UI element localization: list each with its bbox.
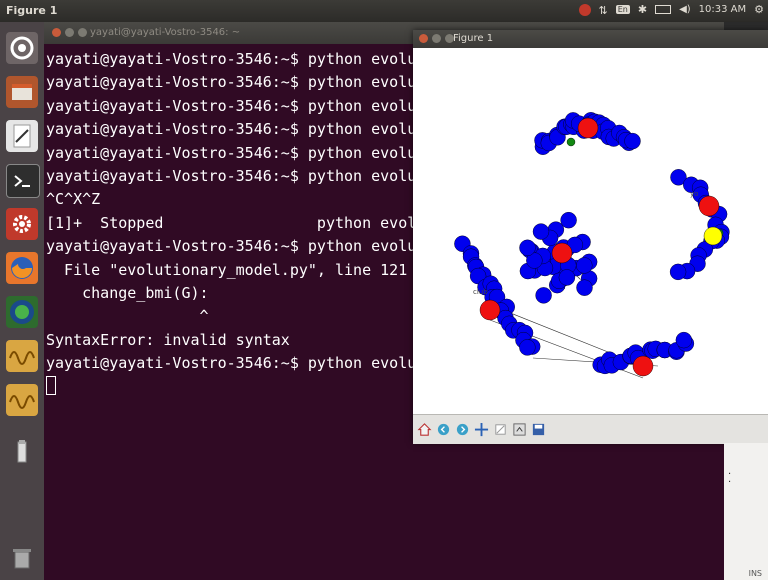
zoom-icon[interactable] <box>492 421 509 438</box>
writer-icon[interactable] <box>6 120 38 152</box>
background-window: · · INS <box>724 443 768 580</box>
window-controls <box>52 28 87 37</box>
graph-nodes <box>454 112 730 377</box>
gear-icon[interactable]: ⚙ <box>754 3 764 16</box>
figure-window[interactable]: Figure 1 club yo <box>413 30 768 444</box>
terminal-line: yayati@yayati-Vostro-3546:~$ python evol… <box>46 237 444 256</box>
maximize-icon[interactable] <box>78 28 87 37</box>
terminal-line: yayati@yayati-Vostro-3546:~$ python evol… <box>46 50 444 68</box>
configure-icon[interactable] <box>511 421 528 438</box>
terminal-line: change_bmi(G): <box>46 284 209 303</box>
graph-node <box>532 223 550 240</box>
dash-icon[interactable] <box>6 32 38 64</box>
figure-toolbar <box>413 414 768 444</box>
home-icon[interactable] <box>416 421 433 438</box>
terminal-line: yayati@yayati-Vostro-3546:~$ python evol… <box>46 143 444 162</box>
volume-icon[interactable]: ◀) <box>679 4 691 15</box>
hub-node <box>551 242 573 264</box>
node-label-yo: yo <box>690 190 698 198</box>
network-graph-plot[interactable]: club yo <box>413 48 768 414</box>
forward-icon[interactable] <box>454 421 471 438</box>
trash-icon[interactable] <box>6 542 38 574</box>
graph-node <box>624 132 641 150</box>
back-icon[interactable] <box>435 421 452 438</box>
menu-dots-icon[interactable]: · · <box>728 470 731 488</box>
battery-icon[interactable] <box>655 5 672 14</box>
usb-icon[interactable] <box>6 436 38 468</box>
close-icon[interactable] <box>52 28 61 37</box>
minimize-icon[interactable] <box>432 34 441 43</box>
hub-node <box>632 355 654 377</box>
maximize-icon[interactable] <box>445 34 454 43</box>
close-icon[interactable] <box>419 34 428 43</box>
keyboard-icon[interactable]: En <box>615 5 630 14</box>
oscilloscope-icon-2[interactable] <box>6 384 38 416</box>
graph-node <box>669 263 687 281</box>
terminal-prompt[interactable] <box>46 375 443 399</box>
terminal-title: yayati@yayati-Vostro-3546: ~ <box>90 27 241 38</box>
terminal-output[interactable]: yayati@yayati-Vostro-3546:~$ python evol… <box>46 48 443 399</box>
bluetooth-icon[interactable]: ✱ <box>638 3 647 16</box>
text-cursor <box>46 375 56 395</box>
oscilloscope-icon[interactable] <box>6 340 38 372</box>
network-graph: club yo <box>454 112 730 379</box>
terminal-line: ^C^X^Z <box>46 190 101 209</box>
system-tray: ⇅ En ✱ ◀) 10:33 AM ⚙ <box>578 3 764 17</box>
graph-node <box>576 257 593 274</box>
terminal-line: ^ <box>46 307 209 326</box>
terminal-icon[interactable] <box>6 164 40 198</box>
app-red-icon[interactable] <box>578 3 591 16</box>
highlight-node <box>703 226 723 246</box>
files-icon[interactable] <box>6 76 38 108</box>
active-window-title: Figure 1 <box>6 4 58 17</box>
graph-node <box>558 269 576 286</box>
figure-title: Figure 1 <box>453 33 494 44</box>
save-icon[interactable] <box>530 421 547 438</box>
small-node <box>566 137 576 147</box>
pan-icon[interactable] <box>473 421 490 438</box>
figure-window-controls <box>419 34 454 43</box>
graph-node <box>560 211 577 229</box>
terminal-line: [1]+ Stopped python evolut <box>46 213 435 232</box>
graph-node <box>519 339 536 356</box>
network-icon[interactable]: ⇅ <box>599 4 608 17</box>
clock[interactable]: 10:33 AM <box>699 4 746 15</box>
hub-node <box>577 117 599 139</box>
hub-node <box>479 299 501 321</box>
graph-node <box>535 287 552 304</box>
minimize-icon[interactable] <box>65 28 74 37</box>
top-panel: Figure 1 ⇅ En ✱ ◀) 10:33 AM ⚙ <box>0 0 768 22</box>
launcher <box>0 22 44 580</box>
hub-node <box>698 195 720 217</box>
terminal-line: yayati@yayati-Vostro-3546:~$ python evol… <box>46 96 444 115</box>
figure-titlebar[interactable]: Figure 1 <box>413 30 768 48</box>
insert-mode-indicator: INS <box>748 569 762 578</box>
terminal-line: SyntaxError: invalid syntax <box>46 330 290 349</box>
terminal-line: File "evolutionary_model.py", line 121 <box>46 260 408 279</box>
terminal-line: yayati@yayati-Vostro-3546:~$ python evol… <box>46 73 444 92</box>
graph-node <box>576 279 593 296</box>
graph-node <box>675 331 693 349</box>
terminal-line: yayati@yayati-Vostro-3546:~$ python evol… <box>46 167 444 186</box>
terminal-line: yayati@yayati-Vostro-3546:~$ python evol… <box>46 120 444 139</box>
firefox-icon[interactable] <box>6 252 38 284</box>
globe-icon[interactable] <box>6 296 38 328</box>
settings-icon[interactable] <box>6 208 38 240</box>
terminal-line: yayati@yayati-Vostro-3546:~$ python evol… <box>46 354 444 373</box>
graph-node <box>519 239 536 257</box>
node-label-club: club <box>473 288 488 296</box>
